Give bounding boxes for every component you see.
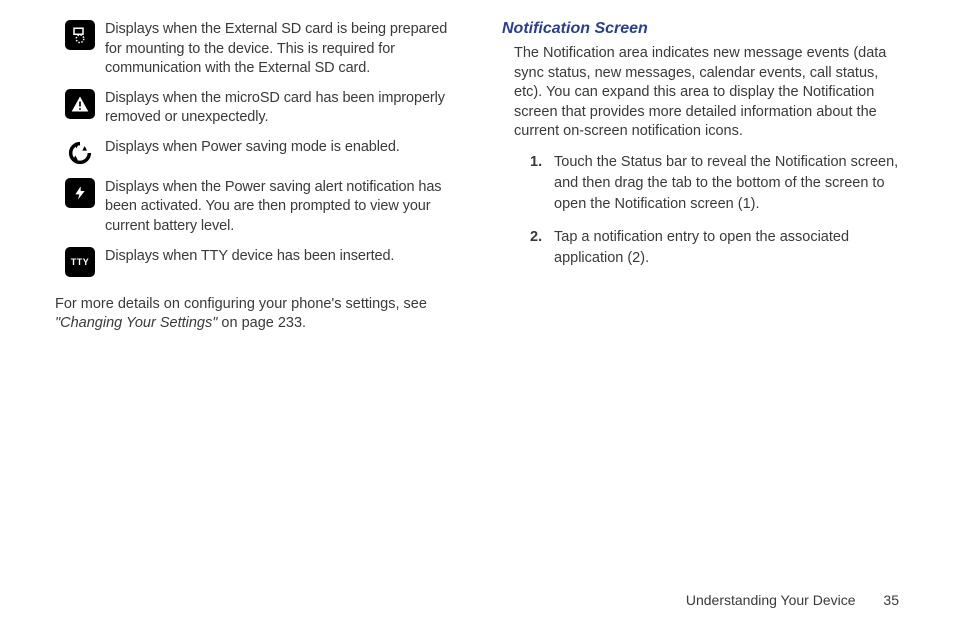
page-number: 35	[883, 592, 899, 608]
page-footer: Understanding Your Device 35	[686, 592, 899, 608]
icon-desc: Displays when the Power saving alert not…	[105, 178, 452, 237]
footnote-pre: For more details on configuring your pho…	[55, 296, 427, 312]
icon-row: Displays when the External SD card is be…	[55, 20, 452, 79]
step-number: 2.	[530, 227, 554, 269]
left-column: Displays when the External SD card is be…	[55, 20, 452, 334]
icon-desc: Displays when Power saving mode is enabl…	[105, 138, 400, 158]
tty-icon: TTY	[65, 247, 95, 277]
footnote-post: on page 233.	[217, 315, 306, 331]
icon-row: TTY Displays when TTY device has been in…	[55, 247, 452, 277]
step-text: Touch the Status bar to reveal the Notif…	[554, 152, 899, 215]
list-item: 1. Touch the Status bar to reveal the No…	[530, 152, 899, 215]
footnote-link: "Changing Your Settings"	[55, 315, 217, 331]
sd-prepare-icon	[65, 20, 95, 50]
section-heading: Notification Screen	[502, 20, 899, 38]
footnote: For more details on configuring your pho…	[55, 295, 452, 334]
right-column: Notification Screen The Notification are…	[502, 20, 899, 334]
step-list: 1. Touch the Status bar to reveal the No…	[530, 152, 899, 269]
icon-desc: Displays when the microSD card has been …	[105, 89, 452, 128]
icon-row: Displays when the Power saving alert not…	[55, 178, 452, 237]
icon-row: Displays when Power saving mode is enabl…	[55, 138, 452, 168]
list-item: 2. Tap a notification entry to open the …	[530, 227, 899, 269]
sd-warning-icon	[65, 89, 95, 119]
page-content: Displays when the External SD card is be…	[0, 0, 954, 334]
step-text: Tap a notification entry to open the ass…	[554, 227, 899, 269]
power-alert-icon	[65, 178, 95, 208]
icon-desc: Displays when the External SD card is be…	[105, 20, 452, 79]
icon-desc: Displays when TTY device has been insert…	[105, 247, 394, 267]
recycle-icon	[65, 138, 95, 168]
step-number: 1.	[530, 152, 554, 215]
icon-row: Displays when the microSD card has been …	[55, 89, 452, 128]
section-body: The Notification area indicates new mess…	[514, 44, 899, 142]
footer-section: Understanding Your Device	[686, 592, 856, 608]
